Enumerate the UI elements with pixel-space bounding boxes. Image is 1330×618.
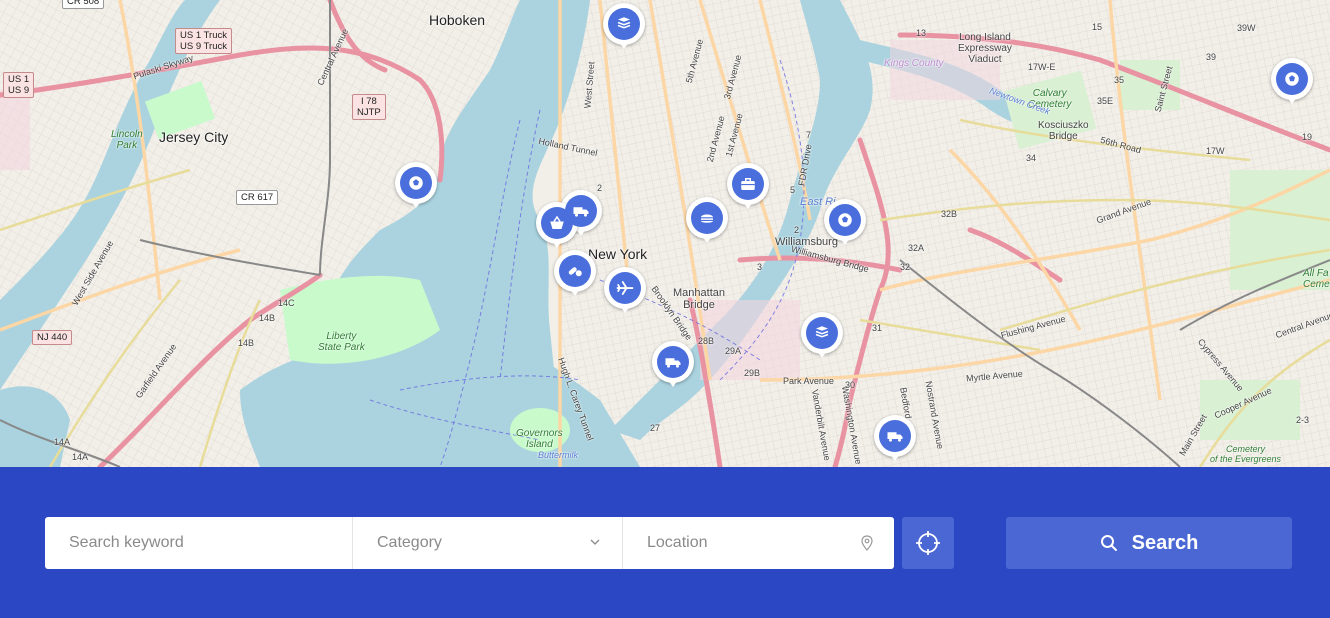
map-marker-soccer[interactable] [1271, 58, 1313, 108]
route-number: 35 [1114, 75, 1125, 85]
label-jersey-city: Jersey City [159, 129, 229, 145]
basket-icon [541, 207, 573, 239]
category-select[interactable]: Category [353, 517, 623, 569]
book-icon [608, 8, 640, 40]
route-number: 35E [1097, 96, 1114, 106]
shield-i78: I 78 NJTP [352, 94, 386, 120]
route-number: 15 [1092, 22, 1103, 32]
keyword-field [45, 517, 353, 569]
pills-icon [559, 255, 591, 287]
route-number: 2 [794, 225, 800, 235]
route-number: 28B [698, 336, 715, 346]
route-number: 14A [72, 452, 89, 462]
route-number: 39W [1237, 23, 1256, 33]
route-number: 17W-E [1028, 62, 1056, 72]
map-marker-truck[interactable] [874, 415, 916, 465]
label-all-faiths: All Fa Ceme [1303, 268, 1330, 290]
map-base [0, 0, 1330, 467]
map-marker-truck[interactable] [652, 341, 694, 391]
label-new-york: New York [588, 246, 648, 262]
route-number: 29B [744, 368, 761, 378]
soccer-icon [829, 204, 861, 236]
soccer-icon [400, 167, 432, 199]
shield-us1: US 1 US 9 [3, 72, 35, 98]
keyword-input[interactable] [45, 517, 352, 569]
map-marker-briefcase[interactable] [727, 163, 769, 213]
search-button-label: Search [1131, 531, 1199, 554]
route-number: 30 [845, 380, 856, 390]
route-number: 39 [1206, 52, 1217, 62]
map-marker-airplane[interactable] [604, 267, 646, 317]
route-number: 2-3 [1296, 415, 1310, 425]
truck-icon [879, 420, 911, 452]
map-view[interactable]: Hoboken Jersey City New York Manhattan B… [0, 0, 1330, 467]
route-number: 5 [790, 185, 796, 195]
map-marker-book[interactable] [603, 3, 645, 53]
map-marker-soccer[interactable] [395, 162, 437, 212]
route-number: 14A [54, 437, 71, 447]
label-park-avenue: Park Avenue [783, 376, 834, 386]
map-marker-pills[interactable] [554, 250, 596, 300]
briefcase-icon [732, 168, 764, 200]
search-button[interactable]: Search [1006, 517, 1292, 569]
route-number: 14C [278, 298, 295, 308]
location-field [623, 517, 894, 569]
label-lincoln-park: Lincoln Park [111, 129, 143, 151]
route-number: 32A [908, 243, 925, 253]
map-marker-soccer[interactable] [824, 199, 866, 249]
label-liberty-state-park: Liberty State Park [318, 331, 365, 353]
route-number: 14B [238, 338, 255, 348]
label-cemetery-evergreens: Cemetery of the Evergreens [1210, 444, 1282, 464]
map-marker-burger[interactable] [686, 197, 728, 247]
route-number: 17W [1206, 146, 1225, 156]
shield-cr508: CR 508 [62, 0, 105, 9]
soccer-icon [1276, 63, 1308, 95]
label-hoboken: Hoboken [429, 12, 486, 28]
location-pin-icon [861, 535, 873, 551]
route-number: 19 [1302, 132, 1313, 142]
location-input[interactable] [623, 517, 894, 569]
label-manhattan-bridge: Manhattan Bridge [673, 287, 725, 311]
crosshair-icon [916, 531, 940, 555]
route-number: 29A [725, 346, 742, 356]
airplane-icon [609, 272, 641, 304]
label-buttermilk: Buttermilk [538, 450, 579, 460]
shield-us1-truck: US 1 Truck US 9 Truck [175, 28, 232, 54]
route-number: 14B [259, 313, 276, 323]
geolocate-button[interactable] [902, 517, 954, 569]
route-number: 13 [916, 28, 927, 38]
chevron-down-icon [590, 539, 600, 545]
label-kings-county: Kings County [884, 58, 944, 69]
label-long-island-expressway: Long Island Expressway Viaduct [958, 32, 1012, 65]
route-number: 27 [650, 423, 661, 433]
label-governors-island: Governors Island [516, 428, 563, 450]
label-kosciuszko-bridge: Kosciuszko Bridge [1038, 120, 1089, 142]
burger-icon [691, 202, 723, 234]
truck-icon [657, 346, 689, 378]
category-label: Category [377, 534, 442, 551]
shield-cr617: CR 617 [236, 190, 279, 205]
search-bar: Category Search [0, 467, 1330, 618]
search-icon [1100, 535, 1117, 551]
route-number: 31 [872, 323, 883, 333]
route-number: 7 [806, 130, 812, 140]
route-number: 34 [1026, 153, 1037, 163]
book-icon [806, 317, 838, 349]
shield-nj440: NJ 440 [32, 330, 73, 345]
route-number: 32 [900, 262, 911, 272]
route-number: 32B [941, 209, 958, 219]
route-number: 3 [757, 262, 763, 272]
map-marker-book[interactable] [801, 312, 843, 362]
